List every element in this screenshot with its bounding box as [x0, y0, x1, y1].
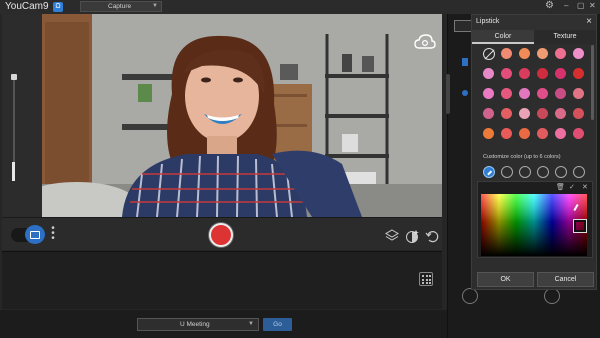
layers-icon[interactable] — [385, 229, 399, 243]
cloud-icon[interactable] — [414, 34, 436, 52]
lipstick-color-swatch[interactable] — [519, 48, 530, 59]
check-icon[interactable]: ✓ — [569, 183, 575, 191]
media-library-strip — [2, 251, 442, 309]
lipstick-color-swatch[interactable] — [537, 88, 548, 99]
color-picker-toolbar: 🗑 ✓ ✕ — [556, 183, 592, 192]
grid-icon[interactable] — [419, 272, 433, 286]
record-button[interactable] — [209, 223, 233, 247]
more-vertical-icon[interactable]: • • • — [50, 224, 56, 244]
lipstick-color-swatch[interactable] — [537, 108, 548, 119]
camera-icon[interactable] — [25, 225, 45, 244]
color-spectrum[interactable] — [481, 194, 587, 256]
tab-color[interactable]: Color — [472, 30, 534, 44]
panel-title: Lipstick — [476, 18, 500, 25]
lipstick-color-swatch[interactable] — [501, 48, 512, 59]
custom-color-slot[interactable] — [519, 166, 531, 178]
lipstick-color-swatch[interactable] — [483, 68, 494, 79]
lipstick-color-swatch[interactable] — [519, 88, 530, 99]
zoom-slider-level[interactable] — [12, 162, 15, 181]
lipstick-color-swatch[interactable] — [501, 68, 512, 79]
webcam-feed-image — [42, 14, 442, 217]
lipstick-color-swatch[interactable] — [573, 48, 584, 59]
meeting-app-dropdown[interactable]: U Meeting ▼ — [137, 318, 259, 331]
chevron-down-icon: ▼ — [248, 321, 254, 327]
lipstick-color-swatch[interactable] — [573, 128, 584, 139]
no-color-swatch[interactable] — [483, 48, 495, 60]
lipstick-panel: Lipstick × Color Texture Customize color… — [471, 14, 597, 290]
sidebar-back-icon[interactable] — [462, 288, 478, 304]
sidebar-collapse-handle[interactable] — [446, 74, 450, 114]
control-bar: • • • — [2, 217, 442, 250]
close-icon[interactable]: × — [586, 16, 592, 27]
lipstick-color-swatch[interactable] — [573, 88, 584, 99]
lipstick-color-swatch[interactable] — [555, 68, 566, 79]
zoom-slider-top-knob[interactable] — [11, 74, 17, 80]
meeting-app-label: U Meeting — [180, 321, 210, 328]
mode-dropdown[interactable]: Capture ▼ — [80, 1, 162, 12]
tab-texture[interactable]: Texture — [534, 30, 596, 44]
lipstick-color-swatch[interactable] — [519, 68, 530, 79]
lipstick-color-swatch[interactable] — [519, 128, 530, 139]
lipstick-color-swatch[interactable] — [483, 128, 494, 139]
lipstick-color-swatch[interactable] — [501, 108, 512, 119]
mode-dropdown-label: Capture — [108, 3, 132, 10]
lipstick-color-swatch[interactable] — [501, 128, 512, 139]
custom-color-slot[interactable] — [501, 166, 513, 178]
custom-color-slot[interactable] — [555, 166, 567, 178]
sidebar-forward-icon[interactable] — [544, 288, 560, 304]
custom-color-slot[interactable] — [573, 166, 585, 178]
title-bar: YouCam9 Ω Capture ▼ ⚙ – ▢ ✕ — [0, 0, 600, 14]
camera-preview — [2, 14, 442, 217]
trash-icon[interactable]: 🗑 — [556, 183, 565, 191]
color-picker-cursor[interactable] — [574, 220, 586, 232]
chevron-down-icon: ▼ — [152, 3, 158, 9]
close-icon[interactable]: ✕ — [589, 1, 596, 10]
lipstick-color-swatch[interactable] — [483, 108, 494, 119]
undo-icon[interactable] — [425, 229, 439, 243]
face-effect-icon[interactable] — [404, 228, 420, 244]
lipstick-color-swatch[interactable] — [519, 108, 530, 119]
gear-icon[interactable]: ⚙ — [545, 0, 554, 11]
ok-button[interactable]: OK — [477, 272, 534, 287]
color-picker: 🗑 ✓ ✕ — [477, 181, 593, 258]
lipstick-tabs: Color Texture — [472, 30, 596, 44]
lipstick-color-swatch[interactable] — [555, 108, 566, 119]
lipstick-color-swatch[interactable] — [555, 128, 566, 139]
minimize-icon[interactable]: – — [564, 1, 568, 10]
lipstick-color-swatch[interactable] — [501, 88, 512, 99]
restore-icon[interactable]: ▢ — [577, 1, 585, 10]
swatch-scrollbar[interactable] — [591, 45, 594, 120]
custom-color-slot[interactable] — [537, 166, 549, 178]
youcam-window: YouCam9 Ω Capture ▼ ⚙ – ▢ ✕ • • • U Meet… — [0, 0, 600, 338]
close-icon[interactable]: ✕ — [582, 183, 588, 191]
app-title: YouCam9 — [5, 1, 49, 12]
cancel-button[interactable]: Cancel — [537, 272, 594, 287]
custom-color-slot-active[interactable] — [483, 166, 495, 178]
custom-color-label: Customize color (up to 6 colors) — [483, 154, 561, 160]
lipstick-swatch-grid — [472, 45, 596, 151]
webcam-scene — [42, 14, 442, 217]
lipstick-color-swatch[interactable] — [537, 128, 548, 139]
lipstick-color-swatch[interactable] — [573, 108, 584, 119]
sidebar-marker — [462, 58, 468, 66]
lipstick-color-swatch[interactable] — [537, 68, 548, 79]
lipstick-color-swatch[interactable] — [573, 68, 584, 79]
lipstick-color-swatch[interactable] — [483, 88, 494, 99]
lipstick-color-swatch[interactable] — [537, 48, 548, 59]
lipstick-color-swatch[interactable] — [555, 48, 566, 59]
sidebar-marker — [462, 90, 468, 96]
app-badge-icon[interactable]: Ω — [53, 2, 63, 12]
lipstick-header: Lipstick × — [472, 15, 596, 30]
go-button[interactable]: Go — [263, 318, 292, 331]
lipstick-color-swatch[interactable] — [555, 88, 566, 99]
